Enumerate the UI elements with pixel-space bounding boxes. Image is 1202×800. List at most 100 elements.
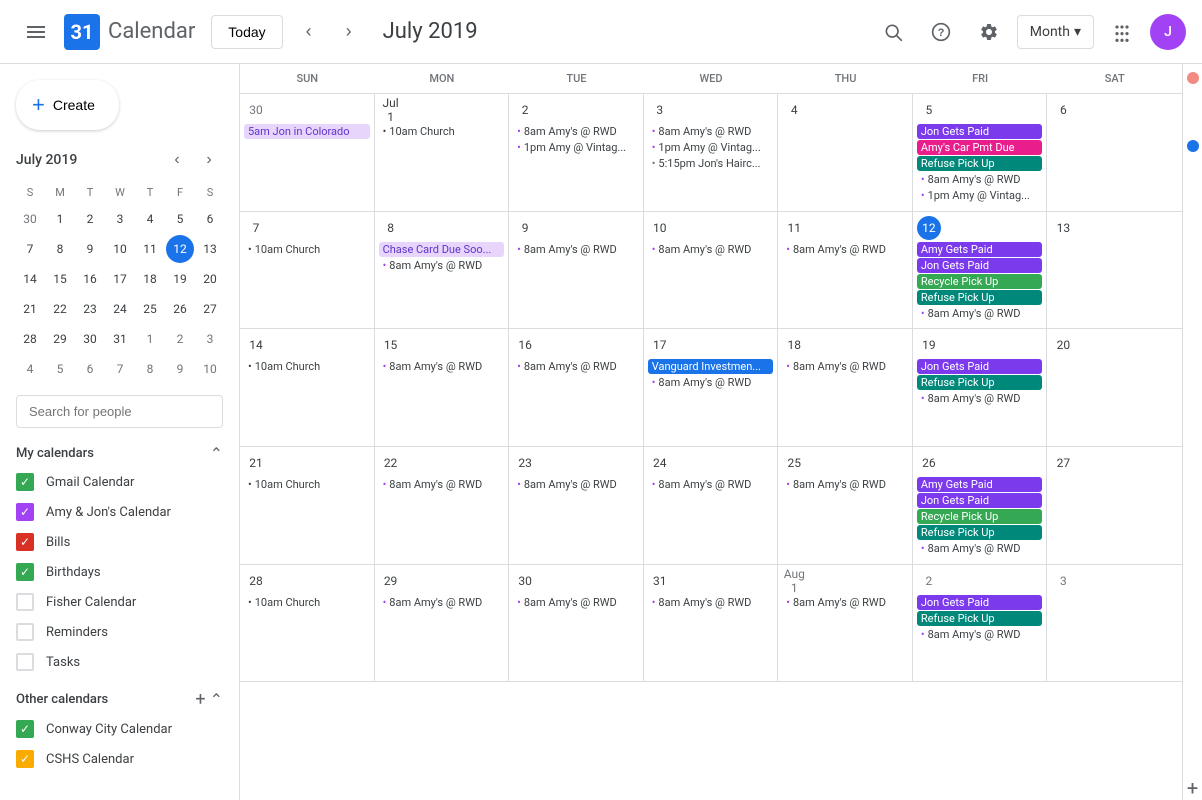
calendar-event[interactable]: 8am Amy's @ RWD xyxy=(782,359,908,374)
mini-cal-day[interactable]: 28 xyxy=(16,325,44,353)
day-number[interactable]: 10 xyxy=(648,216,672,240)
calendar-checkbox[interactable]: ✓ xyxy=(16,720,34,738)
calendar-event[interactable]: 8am Amy's @ RWD xyxy=(379,595,505,610)
calendar-event[interactable]: Refuse Pick Up xyxy=(917,156,1043,171)
calendar-event[interactable]: Refuse Pick Up xyxy=(917,375,1043,390)
calendar-cell[interactable]: Jul 110am Church xyxy=(375,94,510,211)
mini-cal-day[interactable]: 5 xyxy=(46,355,74,383)
calendar-event[interactable]: 8am Amy's @ RWD xyxy=(782,242,908,257)
calendar-cell[interactable]: 17Vanguard Investmen...8am Amy's @ RWD xyxy=(644,329,779,446)
calendar-cell[interactable]: 18 8am Amy's @ RWD xyxy=(778,329,913,446)
mini-cal-day[interactable]: 24 xyxy=(106,295,134,323)
mini-cal-day[interactable]: 9 xyxy=(76,235,104,263)
calendar-event[interactable]: 1pm Amy @ Vintag... xyxy=(917,188,1043,203)
day-number[interactable]: 8 xyxy=(379,216,403,240)
calendar-cell[interactable]: 27 xyxy=(1047,447,1182,564)
calendar-event[interactable]: 8am Amy's @ RWD xyxy=(917,391,1043,406)
calendar-event[interactable]: 5am Jon in Colorado xyxy=(244,124,370,139)
calendar-checkbox[interactable]: ✓ xyxy=(16,473,34,491)
calendar-event[interactable]: 5:15pm Jon's Hairc... xyxy=(648,156,774,171)
calendar-event[interactable]: 10am Church xyxy=(244,595,370,610)
calendar-cell[interactable]: 6 xyxy=(1047,94,1182,211)
calendar-event[interactable]: 8am Amy's @ RWD xyxy=(917,306,1043,321)
calendar-cell[interactable]: 28 10am Church xyxy=(240,565,375,682)
day-number[interactable]: 5 xyxy=(917,98,941,122)
day-number[interactable]: 19 xyxy=(917,333,941,357)
mini-cal-day[interactable]: 20 xyxy=(196,265,224,293)
calendar-event[interactable]: Jon Gets Paid xyxy=(917,359,1043,374)
day-number[interactable]: 6 xyxy=(1051,98,1075,122)
day-number[interactable]: 27 xyxy=(1051,451,1075,475)
calendar-event[interactable]: 8am Amy's @ RWD xyxy=(513,595,639,610)
calendar-event[interactable]: 1pm Amy @ Vintag... xyxy=(513,140,639,155)
day-number[interactable]: 2 xyxy=(513,98,537,122)
day-number[interactable]: 22 xyxy=(379,451,403,475)
mini-cal-day[interactable]: 26 xyxy=(166,295,194,323)
menu-button[interactable] xyxy=(16,12,56,52)
mini-prev-button[interactable]: ‹ xyxy=(163,146,191,174)
mini-cal-day[interactable]: 30 xyxy=(76,325,104,353)
mini-cal-day[interactable]: 5 xyxy=(166,205,194,233)
calendar-event[interactable]: 8am Amy's @ RWD xyxy=(782,595,908,610)
calendar-cell[interactable]: 16 8am Amy's @ RWD xyxy=(509,329,644,446)
calendar-event[interactable]: Jon Gets Paid xyxy=(917,258,1043,273)
calendar-cell[interactable]: 11 8am Amy's @ RWD xyxy=(778,212,913,329)
day-number[interactable]: 18 xyxy=(782,333,806,357)
calendar-event[interactable]: Chase Card Due Soo... xyxy=(379,242,505,257)
today-button[interactable]: Today xyxy=(211,15,282,49)
calendar-event[interactable]: 10am Church xyxy=(379,124,505,139)
calendar-checkbox[interactable] xyxy=(16,593,34,611)
calendar-cell[interactable]: 22 8am Amy's @ RWD xyxy=(375,447,510,564)
calendar-event[interactable]: 10am Church xyxy=(244,242,370,257)
day-number[interactable]: 21 xyxy=(244,451,268,475)
my-calendars-header[interactable]: My calendars ⌃ xyxy=(0,440,239,467)
mini-cal-day[interactable]: 11 xyxy=(136,235,164,263)
day-number[interactable]: 14 xyxy=(244,333,268,357)
calendar-event[interactable]: Refuse Pick Up xyxy=(917,525,1043,540)
day-number[interactable]: 20 xyxy=(1051,333,1075,357)
calendar-event[interactable]: 1pm Amy @ Vintag... xyxy=(648,140,774,155)
calendar-event[interactable]: 8am Amy's @ RWD xyxy=(513,477,639,492)
calendar-cell[interactable]: Aug 18am Amy's @ RWD xyxy=(778,565,913,682)
day-number[interactable]: 9 xyxy=(513,216,537,240)
my-calendar-item[interactable]: Tasks xyxy=(0,647,239,677)
calendar-cell[interactable]: 2Jon Gets PaidRefuse Pick Up8am Amy's @ … xyxy=(913,565,1048,682)
mini-cal-day[interactable]: 21 xyxy=(16,295,44,323)
calendar-cell[interactable]: 19 Jon Gets PaidRefuse Pick Up8am Amy's @… xyxy=(913,329,1048,446)
calendar-cell[interactable]: 158am Amy's @ RWD xyxy=(375,329,510,446)
calendar-cell[interactable]: 318am Amy's @ RWD xyxy=(644,565,779,682)
day-number[interactable]: 28 xyxy=(244,569,268,593)
mini-cal-day[interactable]: 18 xyxy=(136,265,164,293)
prev-month-button[interactable]: ‹ xyxy=(291,14,327,50)
calendar-cell[interactable]: 308am Amy's @ RWD xyxy=(509,565,644,682)
calendar-cell[interactable]: 248am Amy's @ RWD xyxy=(644,447,779,564)
calendar-event[interactable]: 8am Amy's @ RWD xyxy=(379,477,505,492)
day-number[interactable]: 11 xyxy=(782,216,806,240)
mini-cal-day[interactable]: 7 xyxy=(106,355,134,383)
my-calendar-item[interactable]: Fisher Calendar xyxy=(0,587,239,617)
calendar-cell[interactable]: 7 10am Church xyxy=(240,212,375,329)
day-number[interactable]: 7 xyxy=(244,216,268,240)
calendar-event[interactable]: 8am Amy's @ RWD xyxy=(648,595,774,610)
mini-cal-day[interactable]: 3 xyxy=(106,205,134,233)
view-selector[interactable]: Month ▾ xyxy=(1017,15,1094,49)
mini-cal-day[interactable]: 8 xyxy=(136,355,164,383)
mini-cal-day[interactable]: 7 xyxy=(16,235,44,263)
calendar-event[interactable]: 8am Amy's @ RWD xyxy=(917,172,1043,187)
mini-cal-day[interactable]: 2 xyxy=(166,325,194,353)
mini-cal-day[interactable]: 16 xyxy=(76,265,104,293)
day-number[interactable]: 15 xyxy=(379,333,403,357)
day-number[interactable]: 16 xyxy=(513,333,537,357)
mini-cal-day[interactable]: 12 xyxy=(166,235,194,263)
calendar-checkbox[interactable] xyxy=(16,653,34,671)
day-number[interactable]: 23 xyxy=(513,451,537,475)
calendar-event[interactable]: 8am Amy's @ RWD xyxy=(513,359,639,374)
day-number[interactable]: 24 xyxy=(648,451,672,475)
calendar-event[interactable]: 8am Amy's @ RWD xyxy=(648,375,774,390)
calendar-checkbox[interactable] xyxy=(16,623,34,641)
calendar-event[interactable]: Refuse Pick Up xyxy=(917,611,1043,626)
my-calendar-item[interactable]: Reminders xyxy=(0,617,239,647)
calendar-cell[interactable]: 298am Amy's @ RWD xyxy=(375,565,510,682)
calendar-event[interactable]: Vanguard Investmen... xyxy=(648,359,774,374)
calendar-checkbox[interactable]: ✓ xyxy=(16,503,34,521)
